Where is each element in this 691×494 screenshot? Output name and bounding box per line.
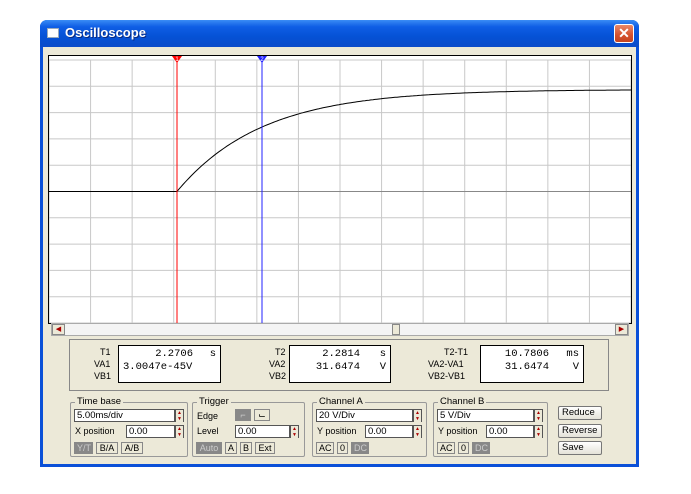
scope-screen[interactable]: 1 2: [49, 56, 631, 323]
horizontal-scrollbar[interactable]: ◀ ▶: [51, 323, 629, 336]
timebase-group: Time base 5.00ms/div ▲ ▼ X position 0.00 …: [70, 396, 188, 457]
channel-b-scale-field[interactable]: 5 V/Div: [437, 409, 534, 422]
t2-va2-readout: 2.2814 s 31.6474 V: [289, 345, 391, 383]
channel-a-dc-button[interactable]: DC: [351, 442, 369, 454]
dt-label: T2-T1: [444, 347, 469, 357]
channel-a-ypos-spinner[interactable]: ▲ ▼: [413, 425, 422, 438]
channel-a-ac-button[interactable]: AC: [316, 442, 334, 454]
t2-value: 2.2814: [322, 348, 360, 360]
window-title: Oscilloscope: [65, 25, 146, 40]
spin-down-icon[interactable]: ▼: [535, 416, 542, 422]
channel-b-scale-spinner[interactable]: ▲ ▼: [534, 409, 543, 422]
edge-label: Edge: [197, 411, 219, 421]
channel-a-zero-button[interactable]: 0: [337, 442, 348, 454]
scroll-left-button[interactable]: ◀: [52, 324, 65, 335]
channel-a-ypos-label: Y position: [317, 426, 357, 436]
arrow-left-icon: ◀: [55, 326, 62, 333]
channel-b-ac-button[interactable]: AC: [437, 442, 455, 454]
t1-unit: s: [209, 348, 216, 360]
channel-a-ypos-field[interactable]: 0.00: [365, 425, 413, 438]
channel-b-ypos-spinner[interactable]: ▲ ▼: [534, 425, 543, 438]
trigger-auto-button[interactable]: Auto: [196, 442, 222, 454]
scroll-thumb[interactable]: [392, 324, 400, 335]
dvb-label: VB2-VB1: [428, 371, 466, 381]
t2-unit: s: [379, 348, 386, 360]
window-icon: [47, 28, 59, 38]
channel-a-scale-spinner[interactable]: ▲ ▼: [413, 409, 422, 422]
dt-value: 10.7806: [504, 348, 549, 360]
client-area: 1 2 ◀ ▶ T1 VA1 VB1 2.2706 s 3.0047e-45V …: [43, 47, 636, 464]
trigger-group: Trigger Edge ⌐ ⌙ Level 0.00 ▲ ▼ Auto A B …: [192, 396, 305, 457]
channel-b-dc-button[interactable]: DC: [472, 442, 490, 454]
va1-label: VA1: [94, 359, 111, 369]
dva-unit: V: [572, 361, 579, 373]
channel-a-scale-field[interactable]: 20 V/Div: [316, 409, 413, 422]
delta-readout: 10.7806 ms 31.6474 V: [480, 345, 584, 383]
dt-unit: ms: [566, 348, 579, 360]
level-spinner[interactable]: ▲ ▼: [290, 425, 299, 438]
channel-a-title: Channel A: [317, 396, 365, 407]
spin-down-icon[interactable]: ▼: [414, 432, 421, 438]
va2-value: 31.6474: [315, 361, 360, 373]
va1-value: 3.0047e-45: [123, 361, 187, 373]
trigger-ext-button[interactable]: Ext: [255, 442, 275, 454]
trigger-b-button[interactable]: B: [240, 442, 252, 454]
scope-display[interactable]: 1 2: [48, 55, 632, 324]
dva-value: 31.6474: [504, 361, 549, 373]
spin-down-icon[interactable]: ▼: [535, 432, 542, 438]
scroll-right-button[interactable]: ▶: [615, 324, 628, 335]
spin-down-icon[interactable]: ▼: [176, 432, 183, 438]
arrow-right-icon: ▶: [618, 326, 625, 333]
va1-unit: V: [186, 361, 193, 373]
t1-label: T1: [100, 347, 111, 357]
vb2-label: VB2: [269, 371, 287, 381]
spin-down-icon[interactable]: ▼: [291, 432, 298, 438]
t1-value: 2.2706: [155, 348, 193, 360]
channel-b-group: Channel B 5 V/Div ▲ ▼ Y position 0.00 ▲ ▼ …: [433, 396, 548, 457]
trigger-a-button[interactable]: A: [225, 442, 237, 454]
close-button[interactable]: ✕: [614, 24, 634, 43]
title-bar[interactable]: Oscilloscope ✕: [40, 20, 639, 47]
t2-label: T2: [275, 347, 286, 357]
spin-down-icon[interactable]: ▼: [414, 416, 421, 422]
falling-edge-icon[interactable]: ⌙: [254, 409, 270, 421]
level-field[interactable]: 0.00: [235, 425, 290, 438]
spin-down-icon[interactable]: ▼: [176, 416, 183, 422]
rising-edge-icon[interactable]: ⌐: [235, 409, 251, 421]
mode-ba-button[interactable]: B/A: [96, 442, 118, 454]
save-button[interactable]: Save: [558, 441, 602, 455]
channel-b-zero-button[interactable]: 0: [458, 442, 469, 454]
timebase-spinner[interactable]: ▲ ▼: [175, 409, 184, 422]
mode-ab-button[interactable]: A/B: [121, 442, 143, 454]
readout-panel: T1 VA1 VB1 2.2706 s 3.0047e-45V T2 VA2 V…: [69, 339, 609, 391]
va2-label: VA2: [269, 359, 286, 369]
channel-b-title: Channel B: [438, 396, 487, 407]
timebase-field[interactable]: 5.00ms/div: [74, 409, 175, 422]
trigger-title: Trigger: [197, 396, 231, 407]
channel-a-group: Channel A 20 V/Div ▲ ▼ Y position 0.00 ▲ ▼…: [312, 396, 427, 457]
dva-label: VA2-VA1: [428, 359, 464, 369]
vb1-label: VB1: [94, 371, 112, 381]
xpos-label: X position: [75, 426, 115, 436]
reduce-button[interactable]: Reduce: [558, 406, 602, 420]
xpos-field[interactable]: 0.00: [126, 425, 175, 438]
oscilloscope-window: Oscilloscope ✕ 1 2 ◀ ▶ T1 VA1 VB1 2.2706…: [40, 20, 639, 467]
t1-va1-readout: 2.2706 s 3.0047e-45V: [118, 345, 221, 383]
channel-b-ypos-label: Y position: [438, 426, 478, 436]
channel-b-ypos-field[interactable]: 0.00: [486, 425, 534, 438]
reverse-button[interactable]: Reverse: [558, 424, 602, 438]
xpos-spinner[interactable]: ▲ ▼: [175, 425, 184, 438]
va2-unit: V: [379, 361, 386, 373]
timebase-title: Time base: [75, 396, 123, 407]
level-label: Level: [197, 426, 219, 436]
mode-yt-button[interactable]: Y/T: [74, 442, 93, 454]
